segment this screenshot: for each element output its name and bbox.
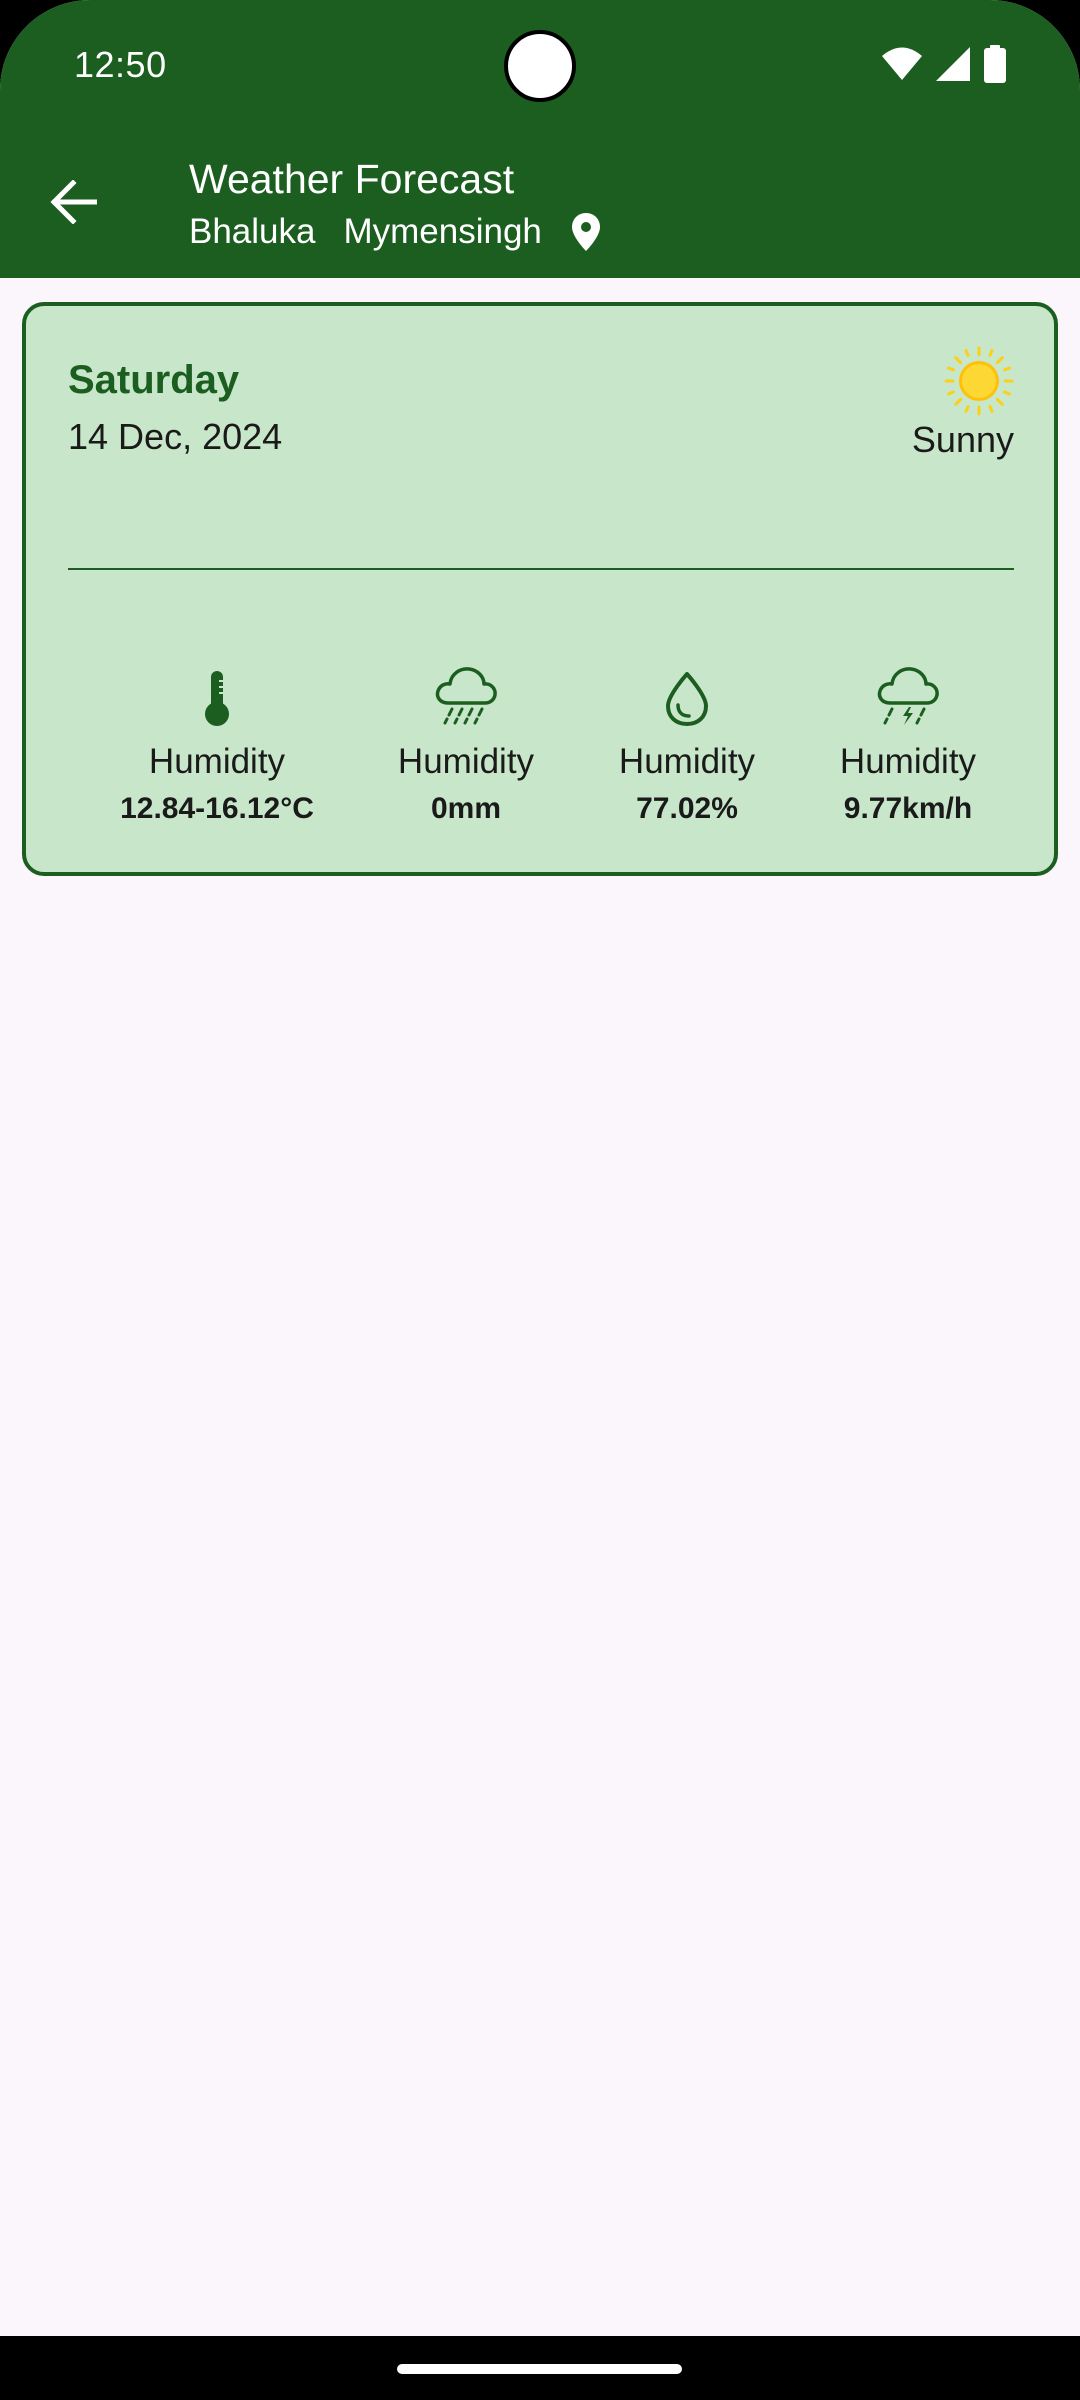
stat-label: Humidity — [839, 742, 977, 781]
weather-condition: Sunny — [911, 419, 1014, 460]
sun-icon — [944, 346, 1014, 416]
location-pin-icon[interactable] — [571, 212, 604, 252]
rain-cloud-icon — [434, 665, 498, 732]
storm-cloud-icon — [876, 665, 940, 732]
thermometer-icon — [200, 671, 234, 732]
stat-value: 0mm — [430, 792, 502, 825]
stat-value: 12.84-16.12°C — [120, 792, 314, 825]
stat-humidity: Humidity 77.02% — [577, 670, 797, 826]
location-subtitle: Bhaluka Mymensingh — [189, 212, 604, 252]
stats-row: Humidity 12.84-16.12°C Humidity 0mm Humi… — [26, 667, 1054, 825]
status-icons — [882, 44, 1006, 88]
back-button[interactable] — [34, 165, 112, 243]
stat-wind: Humidity 9.77km/h — [798, 667, 1018, 826]
status-bar: 12:50 — [0, 0, 1080, 130]
location-district: Mymensingh — [343, 212, 542, 251]
screen: 12:50 Weather Forecast Bhaluka Mymensing… — [0, 0, 1080, 2400]
camera-cutout — [504, 30, 576, 102]
toolbar: Weather Forecast Bhaluka Mymensingh — [0, 130, 1080, 278]
stat-label: Humidity — [397, 742, 535, 781]
battery-icon — [984, 44, 1006, 88]
water-drop-icon — [664, 671, 710, 732]
stat-value: 9.77km/h — [843, 792, 973, 825]
stat-value: 77.02% — [636, 792, 738, 825]
location-area: Bhaluka — [189, 212, 316, 251]
day-name: Saturday — [68, 358, 240, 402]
home-indicator[interactable] — [397, 2364, 682, 2374]
arrow-back-icon — [49, 178, 98, 229]
divider — [68, 568, 1014, 570]
stat-temperature: Humidity 12.84-16.12°C — [107, 670, 327, 826]
stat-rainfall: Humidity 0mm — [356, 667, 576, 826]
page-title: Weather Forecast — [189, 156, 515, 202]
stat-label: Humidity — [618, 742, 756, 781]
cellular-signal-icon — [936, 46, 970, 86]
status-time: 12:50 — [74, 44, 167, 85]
stat-label: Humidity — [148, 742, 286, 781]
forecast-card: Saturday 14 Dec, 2024 Sunny Humidity 12.… — [22, 302, 1058, 876]
wifi-icon — [882, 47, 922, 86]
forecast-date: 14 Dec, 2024 — [68, 416, 283, 457]
app-header: 12:50 Weather Forecast Bhaluka Mymensing… — [0, 0, 1080, 278]
